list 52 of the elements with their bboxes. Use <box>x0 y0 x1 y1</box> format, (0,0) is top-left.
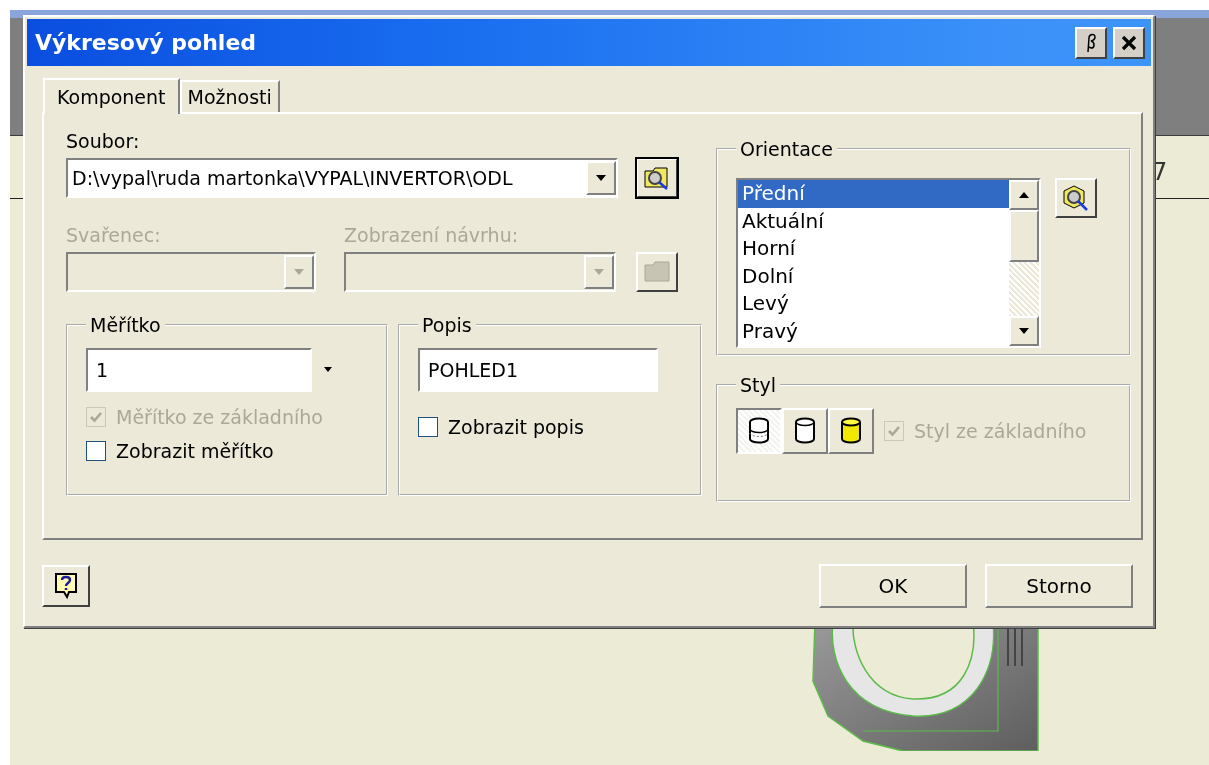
field-label: Zobrazení návrhu: <box>344 224 519 248</box>
list-item[interactable]: Přední <box>738 180 1009 208</box>
dropdown-arrow-icon[interactable] <box>322 366 334 374</box>
help-button[interactable] <box>42 565 90 607</box>
checkbox-label: Styl ze základního <box>914 420 1087 442</box>
checkbox[interactable] <box>418 417 438 437</box>
dialog-button[interactable]: OK <box>819 564 967 608</box>
window-title: Výkresový pohled <box>35 30 258 55</box>
field-label: Soubor: <box>66 130 141 154</box>
pin-button[interactable] <box>1075 26 1107 59</box>
file-combo[interactable]: D:\vypal\ruda martonka\VYPAL\INVERTOR\ODL <box>66 158 618 198</box>
hidden-lines-cylinder-icon <box>748 417 770 445</box>
group-title: Styl <box>739 374 778 396</box>
folder-search-icon <box>643 165 671 191</box>
checkbox-label: Zobrazit měřítko <box>116 440 274 462</box>
weldment-combo[interactable] <box>66 252 316 292</box>
scroll-up-icon[interactable] <box>1018 191 1030 199</box>
scroll-down-icon[interactable] <box>1018 327 1030 335</box>
scrollbar[interactable] <box>1009 180 1039 346</box>
style-button[interactable] <box>736 408 782 454</box>
group-title: Orientace <box>739 138 834 160</box>
field-label: Svařenec: <box>66 224 162 248</box>
group-title: Popis <box>421 314 473 336</box>
folder-icon <box>643 260 671 284</box>
scale-field[interactable]: 1 <box>86 348 312 392</box>
browse-button[interactable] <box>636 158 678 198</box>
group-title: Měřítko <box>89 314 162 336</box>
folder-button[interactable] <box>636 252 678 292</box>
list-item[interactable]: Aktuální <box>738 207 1009 235</box>
shaded-cylinder-icon <box>840 417 862 445</box>
list-item[interactable]: Levý <box>738 290 1009 318</box>
dialog-button[interactable]: Storno <box>985 564 1133 608</box>
check-icon <box>89 410 103 424</box>
orientation-list[interactable]: Přední Aktuální Horní Dolní Levý Pravý <box>736 178 1041 348</box>
cube-search-icon <box>1062 184 1090 212</box>
close-icon <box>1121 34 1137 51</box>
list-item[interactable]: Dolní <box>738 262 1009 290</box>
dropdown-arrow-icon[interactable] <box>595 174 607 182</box>
check-icon <box>887 424 901 438</box>
view-search-button[interactable] <box>1055 178 1097 218</box>
checkbox[interactable] <box>86 441 106 461</box>
caption-field[interactable]: POHLED1 <box>418 348 658 392</box>
help-icon <box>53 572 79 600</box>
cylinder-icon <box>794 417 816 445</box>
design-view-combo[interactable] <box>344 252 616 292</box>
list-item[interactable]: Horní <box>738 235 1009 263</box>
list-item[interactable]: Pravý <box>738 317 1009 345</box>
tab[interactable]: Možnosti <box>179 80 280 112</box>
checkbox-label: Zobrazit popis <box>448 416 584 438</box>
close-button[interactable] <box>1113 26 1145 59</box>
checkbox-label: Měřítko ze základního <box>116 406 323 428</box>
tab[interactable]: Komponent <box>43 78 180 114</box>
